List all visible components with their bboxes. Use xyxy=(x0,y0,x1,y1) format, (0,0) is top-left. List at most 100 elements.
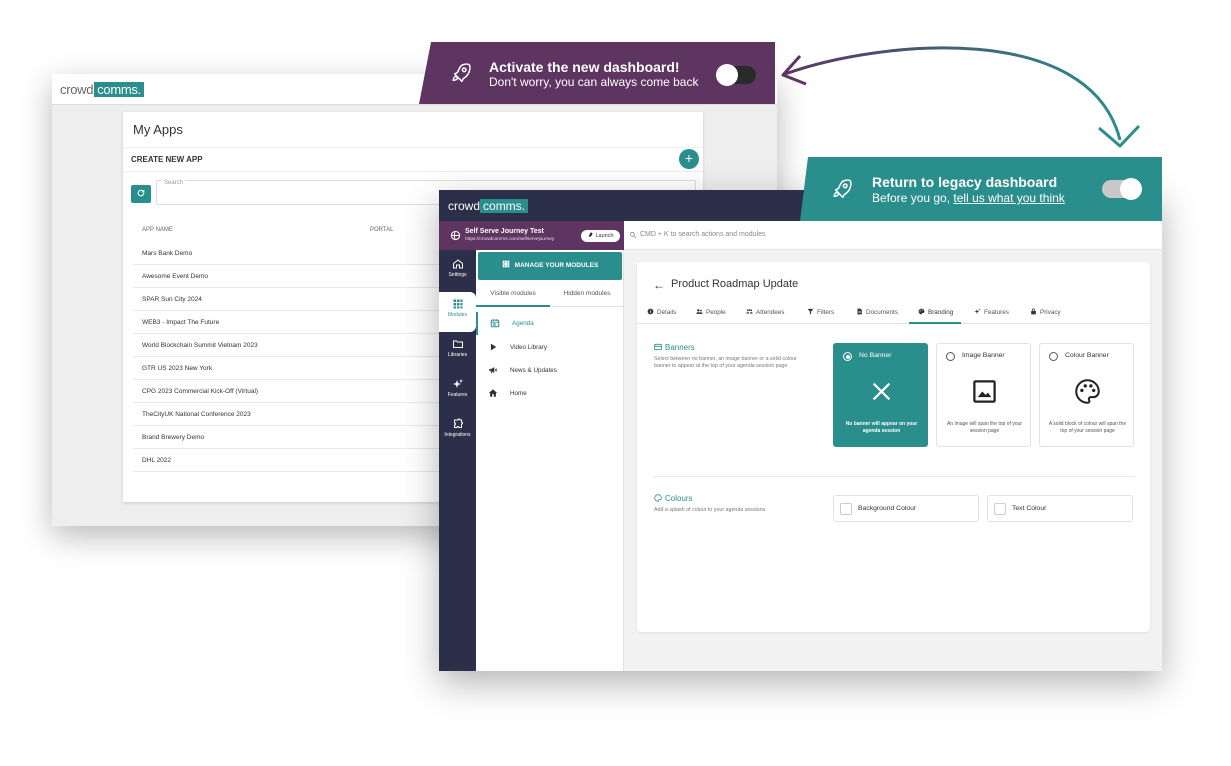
crowdcomms-logo[interactable]: crowd comms. xyxy=(448,199,529,213)
banner-option-none[interactable]: No Banner No banner will appear on your … xyxy=(833,343,928,447)
back-arrow-icon[interactable]: ← xyxy=(653,278,665,292)
launch-label: Launch xyxy=(595,233,614,239)
colour-swatch[interactable] xyxy=(840,503,852,515)
sparkle-icon xyxy=(974,308,981,314)
text-colour-field[interactable]: Text Colour xyxy=(987,495,1133,522)
colours-section-title: Colours xyxy=(654,494,693,503)
home-icon xyxy=(452,259,463,269)
refresh-button[interactable] xyxy=(131,185,151,203)
banner-option-colour[interactable]: Colour Banner A solid block of colour wi… xyxy=(1039,343,1134,447)
module-label: Home xyxy=(510,390,527,397)
command-search-bar[interactable]: CMD + K to search actions and modules xyxy=(624,221,1162,250)
toggle-knob xyxy=(1120,178,1142,200)
app-name: CPG 2023 Commercial Kick-Off (Virtual) xyxy=(142,388,259,395)
colour-swatch[interactable] xyxy=(994,503,1006,515)
banners-section-desc: Select between no banner, an image banne… xyxy=(654,356,797,370)
tab-label: Features xyxy=(984,309,1009,316)
tab-label: Branding xyxy=(928,309,954,316)
module-item-video-library[interactable]: Video Library xyxy=(476,336,624,359)
house-icon xyxy=(488,389,498,397)
active-tab-indicator xyxy=(909,322,961,324)
modules-panel: MANAGE YOUR MODULES Visible modules Hidd… xyxy=(476,250,624,671)
logo-highlight: comms. xyxy=(480,199,529,213)
globe-icon xyxy=(450,230,461,241)
feedback-link[interactable]: tell us what you think xyxy=(953,191,1064,205)
app-name: WEB3 - Impact The Future xyxy=(142,319,220,326)
module-item-home[interactable]: Home xyxy=(476,382,624,405)
option-desc: An image will span the top of your sessi… xyxy=(946,421,1023,434)
option-desc: A solid block of colour will span the to… xyxy=(1048,421,1127,434)
calendar-icon xyxy=(490,319,500,328)
tab-privacy[interactable]: Privacy xyxy=(1030,308,1061,316)
option-label: Colour Banner xyxy=(1065,352,1109,359)
people-icon xyxy=(696,309,703,314)
tab-attendees[interactable]: Attendees xyxy=(746,308,784,316)
module-label: News & Updates xyxy=(510,367,557,374)
return-legacy-toggle[interactable] xyxy=(1102,178,1142,200)
activate-new-toggle[interactable] xyxy=(716,64,756,86)
tab-visible-modules[interactable]: Visible modules xyxy=(476,290,550,297)
module-item-agenda[interactable]: Agenda xyxy=(476,312,624,335)
info-icon xyxy=(647,308,654,315)
column-header-portal: PORTAL xyxy=(370,227,394,233)
manage-modules-label: MANAGE YOUR MODULES xyxy=(514,262,599,269)
tab-hidden-modules[interactable]: Hidden modules xyxy=(550,290,624,297)
radio-button[interactable] xyxy=(1049,352,1058,361)
launch-button[interactable]: Launch xyxy=(581,230,620,242)
radio-button[interactable] xyxy=(843,352,852,361)
banner-title: Return to legacy dashboard xyxy=(872,174,1058,190)
tab-branding[interactable]: Branding xyxy=(918,308,953,316)
image-icon xyxy=(973,380,996,403)
nav-integrations[interactable]: Integrations xyxy=(439,412,476,452)
search-icon xyxy=(629,231,637,239)
tab-details[interactable]: Details xyxy=(647,308,676,316)
tab-features[interactable]: Features xyxy=(974,308,1009,316)
tab-label: People xyxy=(706,309,726,316)
nav-label: Integrations xyxy=(444,432,471,438)
project-url[interactable]: https://crowdcomms.com/selfservejourney xyxy=(465,237,554,242)
app-name: World Blockchain Summit Vietnam 2023 xyxy=(142,342,258,349)
active-tab-indicator xyxy=(476,305,550,307)
subtitle-prefix: Before you go, xyxy=(872,191,954,205)
crowdcomms-logo[interactable]: crowd comms. xyxy=(60,82,144,97)
tab-label: Attendees xyxy=(756,309,785,316)
document-icon xyxy=(857,308,862,315)
tab-people[interactable]: People xyxy=(696,308,726,316)
page-title: My Apps xyxy=(133,122,183,137)
filter-icon xyxy=(807,308,814,315)
module-item-news-updates[interactable]: News & Updates xyxy=(476,359,624,382)
content-title: Product Roadmap Update xyxy=(671,278,799,290)
background-colour-field[interactable]: Background Colour xyxy=(833,495,979,522)
nav-libraries[interactable]: Libraries xyxy=(439,332,476,372)
refresh-icon xyxy=(137,189,145,197)
rocket-icon xyxy=(452,63,471,83)
nav-label: Modules xyxy=(448,312,467,318)
add-app-button[interactable]: + xyxy=(679,149,699,169)
nav-modules[interactable]: Modules xyxy=(439,292,476,332)
banner-option-image[interactable]: Image Banner An image will span the top … xyxy=(936,343,1031,447)
radio-button[interactable] xyxy=(946,352,955,361)
session-tabs: Details People Attendees Filters Documen… xyxy=(637,300,1150,324)
activate-new-dashboard-banner: Activate the new dashboard! Don't worry,… xyxy=(419,42,775,104)
tab-documents[interactable]: Documents xyxy=(856,308,898,316)
logo-word: crowd xyxy=(448,199,481,213)
field-label: Background Colour xyxy=(858,505,917,512)
rocket-icon xyxy=(833,179,852,199)
field-label: Text Colour xyxy=(1012,505,1047,512)
grid-icon xyxy=(502,260,509,268)
module-label: Video Library xyxy=(510,344,547,351)
manage-modules-button[interactable]: MANAGE YOUR MODULES xyxy=(478,252,622,280)
option-label: No Banner xyxy=(859,352,892,359)
new-dashboard-window: crowd comms. Settings Modules Libraries F… xyxy=(439,190,1162,671)
toggle-knob xyxy=(716,64,738,86)
palette-icon xyxy=(1075,379,1100,404)
app-name: Mars Bank Demo xyxy=(142,250,193,257)
close-icon xyxy=(872,382,891,401)
nav-settings[interactable]: Settings xyxy=(439,252,476,292)
create-new-app-row[interactable]: CREATE NEW APP + xyxy=(123,147,703,172)
nav-label: Settings xyxy=(448,272,467,278)
nav-features[interactable]: Features xyxy=(439,372,476,412)
tab-filters[interactable]: Filters xyxy=(807,308,834,316)
palette-icon xyxy=(918,308,925,315)
lock-icon xyxy=(1031,308,1036,315)
